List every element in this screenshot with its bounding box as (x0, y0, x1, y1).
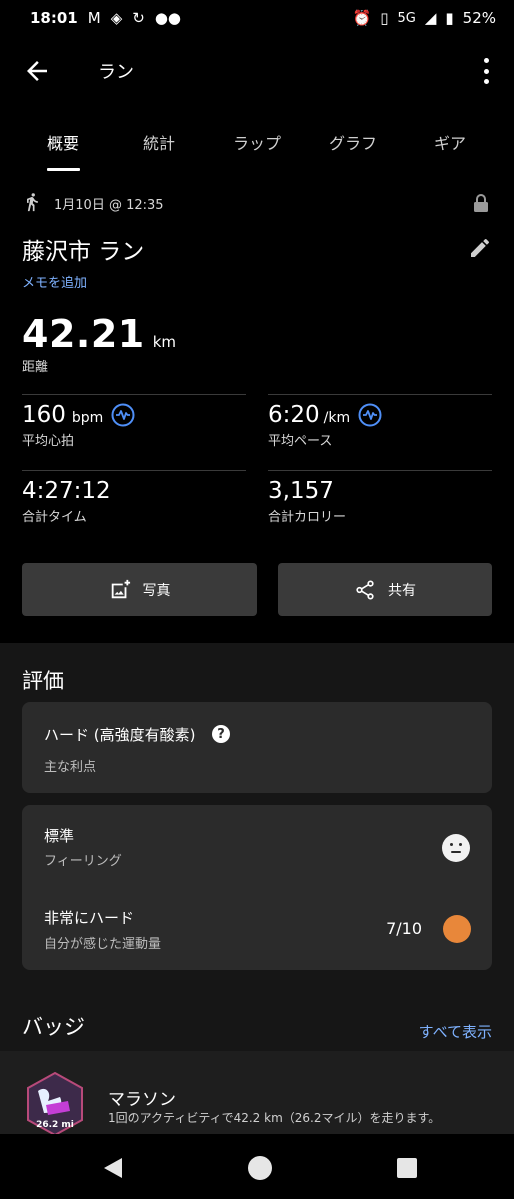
avg-hr-label: 平均心拍 (22, 434, 75, 449)
add-photo-button[interactable]: 写真 (22, 563, 257, 616)
battery-icon: ▮ (445, 9, 454, 27)
tab-laps[interactable]: ラップ (233, 130, 281, 154)
effort-subtitle: 自分が感じた運動量 (44, 937, 162, 952)
pace-wave-icon[interactable] (358, 403, 382, 427)
status-bar: 18:01 M ◈ ↻ ●● ⏰ ▯ 5G ◢ ▮ 52% (0, 0, 514, 36)
active-tab-indicator (47, 168, 80, 171)
divider (268, 394, 492, 395)
avg-heart-rate-stat: 160 bpm 平均心拍 (22, 402, 135, 449)
alarm-icon: ⏰ (352, 9, 372, 27)
tab-bar: 概要 統計 ラップ グラフ ギア (0, 124, 514, 174)
avg-pace-value: 6:20 (268, 402, 320, 428)
lock-icon[interactable] (474, 194, 488, 212)
activity-datetime: 1月10日 @ 12:35 (54, 198, 164, 213)
total-time-label: 合計タイム (22, 510, 87, 525)
divider (22, 470, 246, 471)
divider (22, 394, 246, 395)
feeling-title: 標準 (44, 827, 75, 845)
distance-number: 42.21 (22, 312, 145, 356)
network-label: 5G (397, 10, 416, 26)
tab-graph[interactable]: グラフ (329, 130, 377, 154)
total-time-value: 4:27:12 (22, 478, 111, 504)
divider (268, 470, 492, 471)
share-label: 共有 (388, 582, 416, 599)
tab-overview[interactable]: 概要 (47, 130, 79, 154)
glasses-icon: ●● (154, 9, 182, 27)
distance-label: 距離 (22, 360, 49, 375)
training-effect-title: ハード (高強度有酸素) (44, 726, 196, 744)
feeling-effort-card[interactable]: 標準 フィーリング 非常にハード 自分が感じた運動量 7/10 (22, 805, 492, 970)
vibrate-icon: ▯ (380, 9, 389, 27)
tab-stats[interactable]: 統計 (143, 130, 175, 154)
effort-title: 非常にハード (44, 909, 135, 927)
activity-date-row: 1月10日 @ 12:35 (22, 190, 492, 216)
nav-recents-icon[interactable] (397, 1158, 417, 1178)
avg-pace-stat: 6:20 /km 平均ペース (268, 402, 382, 449)
distance-unit: km (152, 333, 177, 351)
share-icon (356, 579, 374, 600)
gmail-icon: M (87, 9, 101, 27)
total-time-stat: 4:27:12 合計タイム (22, 478, 111, 525)
avg-hr-unit: bpm (71, 410, 104, 426)
avg-pace-label: 平均ペース (268, 434, 333, 449)
activity-title: 藤沢市 ラン (22, 239, 145, 265)
edit-pencil-icon[interactable] (468, 236, 492, 260)
calories-value: 3,157 (268, 478, 334, 504)
avg-hr-value: 160 (22, 402, 66, 428)
marathon-badge-icon: 26.2 mi (27, 1071, 83, 1137)
tab-gear[interactable]: ギア (434, 130, 466, 154)
see-all-link[interactable]: すべて表示 (419, 1021, 492, 1042)
signal-icon: ◢ (424, 9, 437, 27)
app-notification-icon: ◈ (110, 9, 123, 27)
app-bar: ラン (0, 44, 514, 96)
heart-rate-wave-icon[interactable] (111, 403, 135, 427)
sync-icon: ↻ (132, 9, 145, 27)
training-effect-card[interactable]: ハード (高強度有酸素) ? 主な利点 (22, 702, 492, 793)
add-photo-icon (111, 579, 130, 598)
status-time: 18:01 (30, 9, 78, 27)
badge-title: マラソン (108, 1090, 176, 1110)
running-icon (27, 193, 38, 212)
avg-pace-unit: /km (323, 410, 351, 426)
nav-back-icon[interactable] (102, 1156, 124, 1180)
badges-title: バッジ (22, 1015, 85, 1039)
details-section: 評価 ハード (高強度有酸素) ? 主な利点 標準 フィーリング 非常にハード … (0, 643, 514, 1199)
evaluation-title: 評価 (22, 669, 64, 693)
add-photo-label: 写真 (142, 582, 171, 599)
badge-icon-text: 26.2 mi (36, 1120, 74, 1130)
feeling-subtitle: フィーリング (44, 854, 122, 869)
distance-value: 42.21 km (22, 312, 176, 356)
share-button[interactable]: 共有 (278, 563, 492, 616)
system-nav-bar (0, 1134, 514, 1199)
calories-stat: 3,157 合計カロリー (268, 478, 346, 525)
neutral-face-icon (442, 834, 470, 862)
more-options-icon[interactable] (480, 56, 492, 86)
calories-label: 合計カロリー (268, 510, 347, 525)
help-icon[interactable]: ? (212, 725, 230, 743)
back-arrow-icon[interactable] (22, 56, 52, 86)
add-memo-link[interactable]: メモを追加 (22, 272, 87, 291)
effort-score: 7/10 (386, 919, 422, 938)
badge-description: 1回のアクティビティで42.2 km（26.2マイル）を走ります。 (108, 1111, 441, 1125)
battery-percent: 52% (462, 9, 496, 27)
effort-level-dot (443, 915, 471, 943)
training-effect-subtitle: 主な利点 (44, 760, 97, 775)
page-title: ラン (98, 62, 134, 83)
nav-home-icon[interactable] (248, 1156, 272, 1180)
